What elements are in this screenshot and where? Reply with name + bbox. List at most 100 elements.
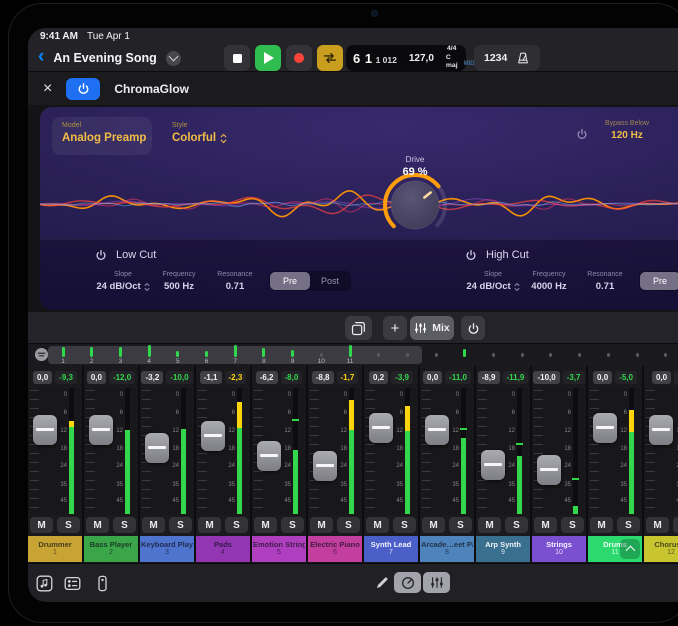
solo-button[interactable]: S xyxy=(673,517,678,533)
track-label[interactable]: Drummer1 xyxy=(28,536,82,562)
peak-readout[interactable]: -11,9 xyxy=(503,371,529,384)
fader-handle[interactable] xyxy=(369,413,393,443)
high-cut-slope[interactable]: Slope 24 dB/Oct xyxy=(465,271,521,292)
lcd-display[interactable]: 6 1 1 012 127,0 4/4 C maj MIDI xyxy=(346,45,466,71)
track-label[interactable]: Pads4 xyxy=(196,536,250,562)
pencil-icon[interactable] xyxy=(374,575,390,591)
mixer-view-button[interactable] xyxy=(423,572,450,593)
volume-readout[interactable]: -10,0 xyxy=(533,371,559,384)
peak-readout[interactable]: -5,0 xyxy=(615,371,637,384)
bar-ruler[interactable]: 1234567891011 xyxy=(28,344,678,366)
stop-button[interactable] xyxy=(224,45,250,71)
volume-readout[interactable]: -1,1 xyxy=(200,371,222,384)
song-menu-button[interactable] xyxy=(166,51,181,66)
back-chevron-icon[interactable]: ‹ xyxy=(38,45,44,69)
filter-icon[interactable] xyxy=(34,347,49,367)
volume-readout[interactable]: -3,2 xyxy=(141,371,163,384)
mixer-power-button[interactable] xyxy=(461,316,485,340)
bypass-power-icon[interactable] xyxy=(576,127,588,145)
peak-readout[interactable]: -12,0 xyxy=(109,371,135,384)
track-label[interactable]: Arcade…eet Pad8 xyxy=(420,536,474,562)
solo-button[interactable]: S xyxy=(617,517,640,533)
volume-readout[interactable]: 0,0 xyxy=(423,371,442,384)
volume-readout[interactable]: 0,0 xyxy=(87,371,106,384)
fader-handle[interactable] xyxy=(201,421,225,451)
peak-readout[interactable]: -1,7 xyxy=(337,371,359,384)
peak-readout[interactable]: -10,0 xyxy=(166,371,192,384)
solo-button[interactable]: S xyxy=(337,517,360,533)
fader-handle[interactable] xyxy=(593,413,617,443)
solo-button[interactable]: S xyxy=(169,517,192,533)
mute-button[interactable]: M xyxy=(86,517,109,533)
track-label[interactable]: Emotion Strings5 xyxy=(252,536,306,562)
metronome-icon[interactable] xyxy=(516,51,530,65)
play-button[interactable] xyxy=(255,45,281,71)
mute-button[interactable]: M xyxy=(590,517,613,533)
high-cut-resonance[interactable]: Resonance 0.71 xyxy=(577,271,633,292)
solo-button[interactable]: S xyxy=(113,517,136,533)
plugin-power-button[interactable] xyxy=(66,78,100,100)
peak-readout[interactable]: -11,0 xyxy=(445,371,471,384)
track-label[interactable]: Keyboard Player3 xyxy=(140,536,194,562)
peak-readout[interactable] xyxy=(674,371,678,384)
pre-button[interactable]: Pre xyxy=(270,272,310,290)
solo-button[interactable]: S xyxy=(225,517,248,533)
fader-handle[interactable] xyxy=(313,451,337,481)
track-label[interactable]: Electric Piano6 xyxy=(308,536,362,562)
high-cut-power-icon[interactable] xyxy=(465,249,477,261)
track-label[interactable]: Synth Lead7 xyxy=(364,536,418,562)
fader-handle[interactable] xyxy=(481,450,505,480)
drive-knob[interactable] xyxy=(379,169,451,241)
mute-button[interactable]: M xyxy=(254,517,277,533)
fader-handle[interactable] xyxy=(537,455,561,485)
low-cut-resonance[interactable]: Resonance 0.71 xyxy=(207,271,263,292)
fader-handle[interactable] xyxy=(257,441,281,471)
fader-handle[interactable] xyxy=(145,433,169,463)
peak-readout[interactable]: -3,9 xyxy=(391,371,413,384)
volume-readout[interactable]: 0,0 xyxy=(33,371,52,384)
solo-button[interactable]: S xyxy=(281,517,304,533)
solo-button[interactable]: S xyxy=(57,517,80,533)
level-control[interactable]: Level 0.0 xyxy=(664,120,678,141)
peak-readout[interactable]: -8,0 xyxy=(281,371,303,384)
mute-button[interactable]: M xyxy=(310,517,333,533)
mute-button[interactable]: M xyxy=(478,517,501,533)
mix-view-button[interactable]: Mix xyxy=(410,316,454,340)
mute-button[interactable]: M xyxy=(198,517,221,533)
volume-readout[interactable]: 0,0 xyxy=(593,371,612,384)
close-icon[interactable]: × xyxy=(43,81,52,97)
volume-readout[interactable]: -8,9 xyxy=(478,371,500,384)
track-label[interactable]: Drums11 xyxy=(588,536,642,562)
track-label[interactable]: Arp Synth9 xyxy=(476,536,530,562)
low-cut-frequency[interactable]: Frequency 500 Hz xyxy=(151,271,207,292)
browser-icon[interactable] xyxy=(64,575,81,592)
track-label[interactable]: Strings10 xyxy=(532,536,586,562)
fader-handle[interactable] xyxy=(425,415,449,445)
volume-readout[interactable]: 0,2 xyxy=(369,371,388,384)
volume-readout[interactable]: 0,0 xyxy=(652,371,671,384)
fader-handle[interactable] xyxy=(89,415,113,445)
cycle-button[interactable] xyxy=(317,45,343,71)
mute-button[interactable]: M xyxy=(142,517,165,533)
pre-button[interactable]: Pre xyxy=(640,272,678,290)
low-cut-power-icon[interactable] xyxy=(95,249,107,261)
mute-button[interactable]: M xyxy=(534,517,557,533)
duplicate-button[interactable] xyxy=(345,316,372,340)
loop-browser-icon[interactable] xyxy=(36,575,53,592)
track-label[interactable]: Chorus V12 xyxy=(644,536,678,562)
style-selector[interactable]: Style Colorful xyxy=(162,117,227,144)
volume-readout[interactable]: -6,2 xyxy=(256,371,278,384)
count-in-button[interactable]: 1234 xyxy=(484,52,507,64)
peak-readout[interactable]: -9,3 xyxy=(55,371,77,384)
peak-readout[interactable]: -3,7 xyxy=(563,371,585,384)
fader-handle[interactable] xyxy=(33,415,57,445)
post-button[interactable]: Post xyxy=(310,272,350,290)
fader-handle[interactable] xyxy=(649,415,673,445)
song-title[interactable]: An Evening Song xyxy=(53,51,156,65)
solo-button[interactable]: S xyxy=(393,517,416,533)
solo-button[interactable]: S xyxy=(561,517,584,533)
mute-button[interactable]: M xyxy=(30,517,53,533)
mute-button[interactable]: M xyxy=(366,517,389,533)
high-cut-frequency[interactable]: Frequency 4000 Hz xyxy=(521,271,577,292)
remote-device-icon[interactable] xyxy=(94,575,111,592)
